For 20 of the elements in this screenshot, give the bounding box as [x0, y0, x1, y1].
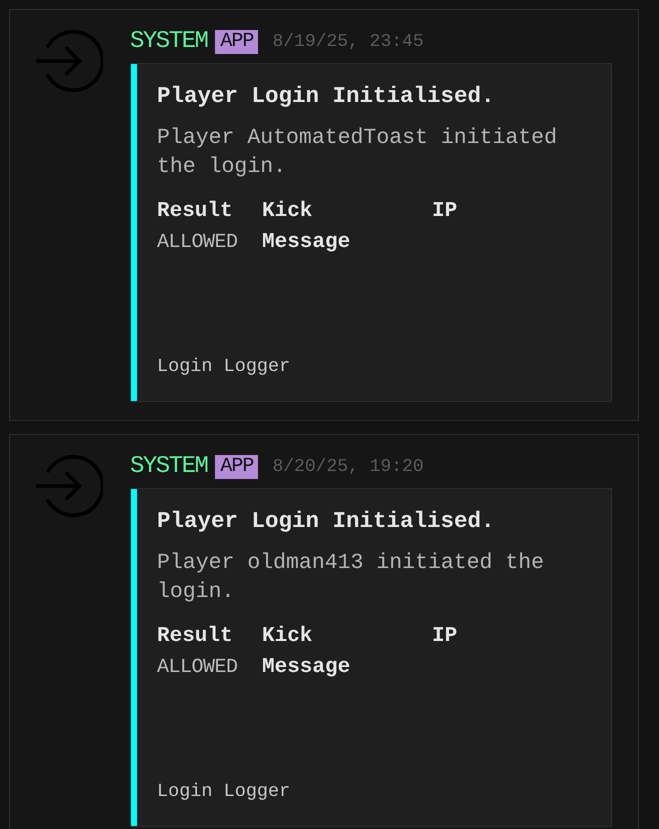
field-name: IP [432, 199, 458, 225]
field-name: Kick Message [262, 624, 352, 681]
embed-title: Player Login Initialised. [157, 507, 496, 536]
field-name: IP [432, 624, 458, 650]
timestamp: 8/20/25, 19:20 [272, 456, 424, 478]
field-name: Kick Message [262, 199, 352, 256]
field-name: Result [157, 624, 234, 650]
author-name: SYSTEM [130, 455, 208, 479]
app-tag: APP [215, 30, 258, 54]
field-name: Result [157, 199, 234, 225]
timestamp: 8/19/25, 23:45 [272, 30, 424, 54]
embed-footer: Login Logger [157, 780, 587, 804]
embed-description: Player AutomatedToast initiated the login. [157, 125, 558, 181]
embed-footer: Login Logger [157, 355, 587, 379]
field-value: ALLOWED [157, 230, 239, 256]
author-name: SYSTEM [130, 30, 208, 54]
field-value: ALLOWED [157, 655, 239, 681]
embed-title: Player Login Initialised. [157, 82, 496, 111]
app-tag: APP [215, 455, 258, 479]
embed-description: Player oldman413 initiated the login. [157, 550, 546, 606]
